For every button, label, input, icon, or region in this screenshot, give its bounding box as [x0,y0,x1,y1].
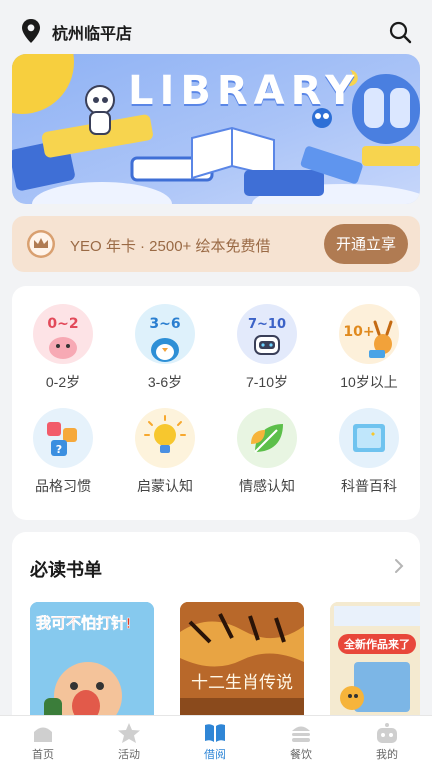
book-title: 我可不怕打针! [36,615,132,633]
vip-promo-text: YEO 年卡 · 2500+ 绘本免费借 [70,238,271,255]
category-emotional[interactable]: 情感认知 [216,408,318,496]
book-title: 十二生肖传说 [191,673,293,692]
category-label: 启蒙认知 [137,478,193,494]
tab-mine[interactable]: 我的 [344,716,430,768]
book-cover[interactable]: 全新作品来了 [330,602,420,732]
tab-label: 首页 [32,749,54,761]
library-banner[interactable]: LIBRARY [12,54,420,204]
tab-label: 借阅 [204,749,226,761]
leaf-icon [237,408,297,468]
deer-icon: 10+ [339,304,399,364]
tab-borrow[interactable]: 借阅 [172,716,258,768]
lightbulb-icon [135,408,195,468]
crown-badge-icon [27,230,55,258]
tab-activity[interactable]: 活动 [86,716,172,768]
location-pin-icon[interactable] [20,18,42,44]
puzzle-icon: ? [33,408,93,468]
burger-icon [292,726,310,742]
top-bar: 杭州临平店 [0,0,432,56]
vip-open-button[interactable]: 开通立享 [324,224,408,264]
category-badge: 10+ [343,324,374,340]
book-title: 全新作品来了 [338,634,416,654]
category-label: 10岁以上 [340,374,398,390]
category-badge: 7~10 [248,317,286,332]
chevron-right-icon[interactable] [392,558,406,574]
book-icon [205,724,225,742]
category-science[interactable]: 科普百科 [318,408,420,496]
category-label: 0-2岁 [45,374,81,390]
category-enlightenment[interactable]: 启蒙认知 [114,408,216,496]
book-cover[interactable]: 十二生肖传说 [180,602,304,732]
category-badge: 3~6 [149,316,180,332]
category-label: 科普百科 [341,478,397,494]
svg-text:?: ? [56,443,62,456]
category-age-10-plus[interactable]: 10+ 10岁以上 [318,304,420,392]
category-character-habits[interactable]: ? 品格习惯 [12,408,114,496]
tab-label: 餐饮 [290,749,312,761]
tab-dining[interactable]: 餐饮 [258,716,344,768]
tab-home[interactable]: 首页 [0,716,86,768]
tab-label: 我的 [376,749,398,761]
category-label: 情感认知 [239,478,295,494]
banner-title: LIBRARY [128,68,361,114]
age-category-grid: 0~2 0-2岁 3~6 3-6岁 7~10 7-10岁 10+ 10岁以上 ?… [12,286,420,520]
must-read-list: 必读书单 我可不怕打针! 十二生肖传说 全新作品来了 [12,532,420,732]
penguin-icon: 3~6 [135,304,195,364]
bottom-tab-bar: 首页 活动 借阅 餐饮 我的 [0,715,432,768]
category-badge: 0~2 [47,316,78,332]
book-icon [339,408,399,468]
robot-icon: 7~10 [237,304,297,364]
section-title: 必读书单 [30,560,102,580]
home-icon [34,727,52,742]
category-label: 3-6岁 [147,374,183,390]
category-age-3-6[interactable]: 3~6 3-6岁 [114,304,216,392]
baby-icon: 0~2 [33,304,93,364]
category-age-0-2[interactable]: 0~2 0-2岁 [12,304,114,392]
book-cover[interactable]: 我可不怕打针! [30,602,154,732]
search-icon[interactable] [388,20,412,44]
vip-promo-bar[interactable]: YEO 年卡 · 2500+ 绘本免费借 开通立享 [12,216,420,272]
category-label: 7-10岁 [245,374,289,390]
store-name[interactable]: 杭州临平店 [52,20,132,44]
robot-icon [377,723,397,743]
category-age-7-10[interactable]: 7~10 7-10岁 [216,304,318,392]
category-label: 品格习惯 [35,478,91,494]
star-icon [118,723,140,743]
tab-label: 活动 [118,749,140,761]
